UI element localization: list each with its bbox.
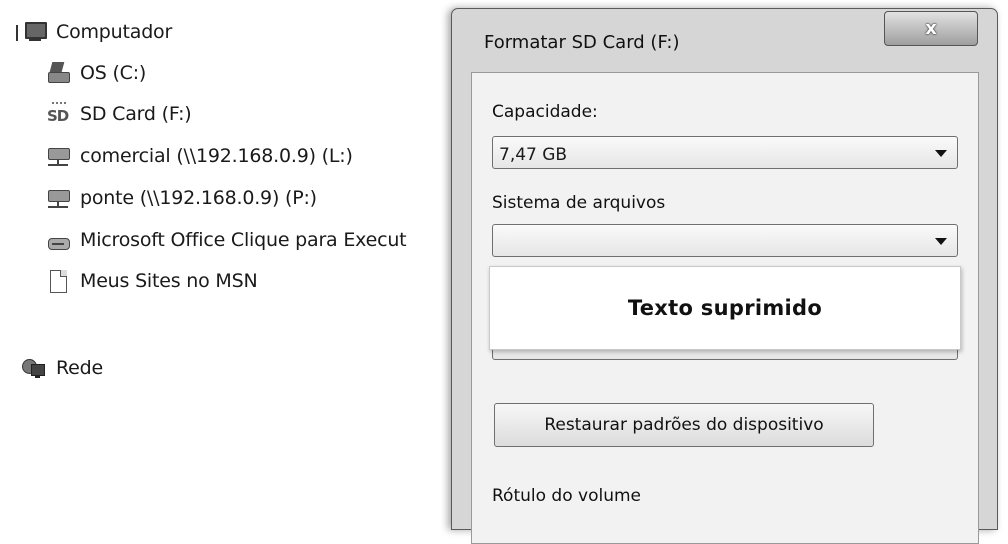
capacity-select[interactable]: 7,47 GB — [492, 136, 958, 169]
page-icon — [46, 269, 70, 293]
dialog-title: Formatar SD Card (F:) — [484, 32, 680, 53]
tree-item-computer[interactable]: Computador — [16, 17, 173, 47]
tree-item-label: SD Card (F:) — [80, 103, 192, 125]
close-button[interactable]: x — [884, 11, 978, 46]
tree-item-ponte[interactable]: ponte (\\192.168.0.9) (P:) — [46, 183, 317, 213]
tree-item-comercial[interactable]: comercial (\\192.168.0.9) (L:) — [46, 141, 353, 171]
tree-item-label: Microsoft Office Clique para Execut — [80, 229, 407, 251]
restore-defaults-button[interactable]: Restaurar padrões do dispositivo — [494, 403, 874, 447]
network-drive-icon — [46, 144, 70, 168]
network-icon — [22, 356, 46, 380]
filesystem-label: Sistema de arquivos — [492, 193, 666, 213]
tree-item-sd-card[interactable]: SD SD Card (F:) — [46, 99, 192, 129]
capacity-label: Capacidade: — [492, 102, 598, 122]
tree-item-drive-c[interactable]: OS (C:) — [46, 58, 146, 88]
tree-item-label: Computador — [56, 21, 173, 43]
tree-item-label: comercial (\\192.168.0.9) (L:) — [80, 145, 353, 167]
close-icon: x — [925, 18, 937, 39]
tree-item-network[interactable]: Rede — [22, 353, 103, 383]
chevron-down-icon — [935, 150, 947, 157]
volume-label: Rótulo do volume — [492, 486, 641, 506]
drive-icon — [46, 61, 70, 85]
filesystem-select[interactable] — [492, 224, 958, 257]
tree-item-office[interactable]: Microsoft Office Clique para Execut — [46, 225, 407, 255]
computer-icon — [16, 20, 47, 44]
chevron-down-icon — [935, 238, 947, 245]
suppressed-text-overlay: Texto suprimido — [489, 266, 961, 350]
tree-item-label: Rede — [56, 357, 103, 379]
tree-item-msn-sites[interactable]: Meus Sites no MSN — [46, 266, 258, 296]
disc-drive-icon — [46, 228, 70, 252]
navigation-pane: Computador OS (C:) SD SD Card (F:) comer… — [0, 0, 460, 513]
tree-item-label: Meus Sites no MSN — [80, 270, 258, 292]
tree-item-label: OS (C:) — [80, 62, 147, 84]
sd-card-icon: SD — [46, 102, 70, 126]
capacity-value: 7,47 GB — [499, 145, 568, 165]
network-drive-icon — [46, 186, 70, 210]
tree-item-label: ponte (\\192.168.0.9) (P:) — [80, 187, 317, 209]
